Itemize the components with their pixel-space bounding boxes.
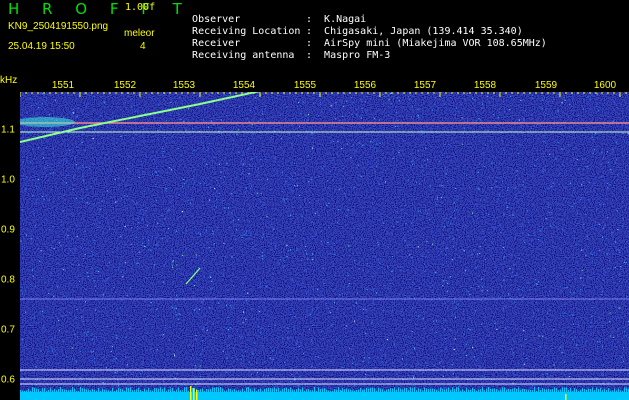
spectrogram-plot	[20, 92, 629, 400]
x-tick-label: 1559	[534, 80, 558, 91]
x-tick-label: 1600	[593, 80, 617, 91]
x-tick-label: 1551	[51, 80, 75, 91]
info-label: Receiving antenna	[192, 50, 295, 61]
mode-value: 4	[140, 41, 146, 52]
y-axis-unit: kHz	[0, 75, 18, 86]
x-tick-label: 1555	[293, 80, 317, 91]
info-value: Maspro FM-3	[324, 50, 391, 61]
spectrum-baseline	[20, 392, 629, 400]
y-tick-label: 0.7	[1, 324, 15, 336]
version-label: 1.00f	[125, 2, 156, 13]
y-tick-label: 0.6	[1, 374, 15, 386]
y-tick-label: 1.1	[1, 124, 15, 136]
x-tick-label: 1556	[353, 80, 377, 91]
spectrogram-noise	[20, 92, 629, 400]
info-separator: :	[306, 50, 313, 61]
y-tick-label: 1.0	[1, 174, 15, 186]
x-tick-label: 1553	[172, 80, 196, 91]
y-tick-label: 0.8	[1, 274, 15, 286]
x-tick-label: 1558	[473, 80, 497, 91]
filename-label: KN9_2504191550.png	[8, 21, 109, 32]
datetime-label: 25.04.19 15:50	[8, 41, 75, 52]
info-antenna: Receiving antenna: Maspro FM-3	[180, 39, 390, 61]
x-tick-label: 1552	[113, 80, 137, 91]
mode-label: meleor	[124, 28, 155, 39]
app-title: H R O F F T	[8, 0, 191, 18]
y-tick-label: 0.9	[1, 224, 15, 236]
x-tick-label: 1557	[413, 80, 437, 91]
x-tick-label: 1554	[232, 80, 256, 91]
